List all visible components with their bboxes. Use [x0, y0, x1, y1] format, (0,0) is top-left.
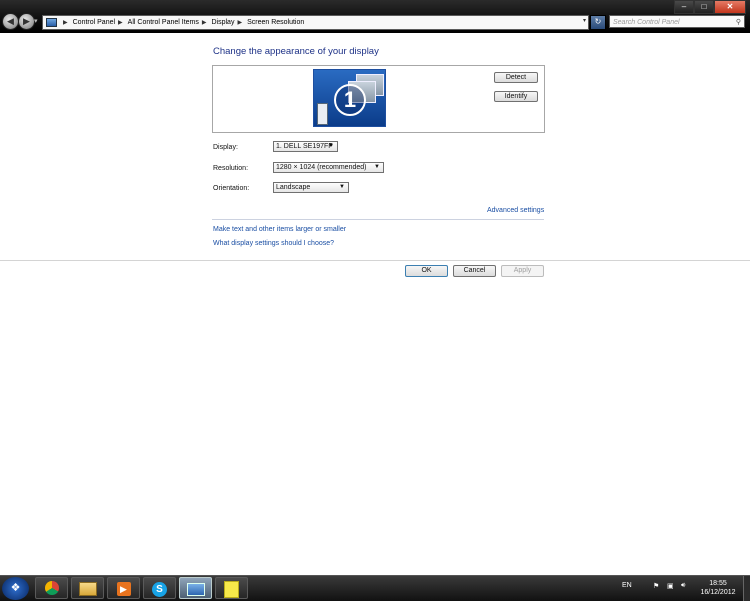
- address-bar[interactable]: ▶ Control Panel ▶ All Control Panel Item…: [42, 15, 589, 30]
- detect-button[interactable]: Detect: [494, 72, 538, 83]
- refresh-button[interactable]: ↻: [590, 15, 606, 30]
- chevron-down-icon: ▼: [339, 184, 345, 190]
- sidebar-thumbnail: [317, 103, 328, 125]
- resolution-select[interactable]: 1280 × 1024 (recommended) ▼: [273, 162, 384, 173]
- forward-button[interactable]: ▶: [18, 13, 35, 30]
- back-arrow-icon: ◀: [7, 16, 14, 26]
- media-player-icon: ▶: [116, 582, 131, 596]
- refresh-icon: ↻: [594, 17, 602, 26]
- chevron-down-icon: ▼: [328, 143, 334, 149]
- display-label: Display:: [213, 144, 238, 151]
- action-center-flag-icon[interactable]: ⚑: [653, 582, 659, 590]
- ok-button[interactable]: OK: [405, 265, 448, 277]
- search-icon[interactable]: ⚲: [736, 16, 741, 29]
- forward-arrow-icon: ▶: [23, 16, 30, 26]
- resolution-value: 1280 × 1024 (recommended): [276, 164, 367, 171]
- clock-date: 16/12/2012: [700, 589, 736, 596]
- volume-icon[interactable]: 🔊︎: [681, 582, 685, 590]
- network-icon[interactable]: ▣: [667, 582, 674, 590]
- start-button[interactable]: ❖: [2, 577, 29, 600]
- taskbar-media-player[interactable]: ▶: [107, 577, 140, 599]
- window-titlebar: – □ ✕ ◀ ▶ ▾ ▶ Control Panel ▶ All Contro…: [0, 0, 750, 33]
- monitor-preview-area: 1 Detect Identify: [212, 65, 545, 133]
- breadcrumb-separator-icon[interactable]: ▶: [237, 19, 242, 26]
- taskbar-sticky-notes[interactable]: [215, 577, 248, 599]
- text-size-link[interactable]: Make text and other items larger or smal…: [213, 226, 346, 233]
- breadcrumb-all-items[interactable]: All Control Panel Items: [128, 19, 199, 26]
- search-input[interactable]: Search Control Panel ⚲: [609, 15, 745, 28]
- chevron-down-icon: ▼: [374, 164, 380, 170]
- back-button[interactable]: ◀: [2, 13, 19, 30]
- identify-button[interactable]: Identify: [494, 91, 538, 102]
- skype-icon: S: [152, 582, 167, 597]
- breadcrumb-separator-icon[interactable]: ▶: [63, 19, 68, 26]
- search-placeholder: Search Control Panel: [613, 19, 680, 26]
- taskbar-skype[interactable]: S: [143, 577, 176, 599]
- orientation-select[interactable]: Landscape ▼: [273, 182, 349, 193]
- clock-time: 18:55: [709, 580, 727, 587]
- breadcrumb-screen-resolution[interactable]: Screen Resolution: [247, 19, 304, 26]
- apply-button[interactable]: Apply: [501, 265, 544, 277]
- breadcrumb-display[interactable]: Display: [212, 19, 235, 26]
- maximize-button[interactable]: □: [694, 0, 714, 14]
- language-indicator[interactable]: EN: [622, 582, 632, 589]
- system-clock[interactable]: 18:55 16/12/2012: [696, 579, 740, 597]
- divider: [212, 219, 544, 220]
- sticky-notes-icon: [224, 581, 239, 598]
- recent-pages-chevron-icon[interactable]: ▾: [34, 17, 38, 25]
- cancel-button[interactable]: Cancel: [453, 265, 496, 277]
- control-panel-icon: [46, 18, 57, 27]
- advanced-settings-link[interactable]: Advanced settings: [487, 207, 544, 214]
- breadcrumb-separator-icon[interactable]: ▶: [118, 19, 123, 26]
- taskbar-chrome[interactable]: [35, 577, 68, 599]
- screen-resolution-icon: [186, 583, 205, 596]
- taskbar-file-explorer[interactable]: [71, 577, 104, 599]
- windows-logo-icon: ❖: [10, 582, 21, 594]
- monitor-number-badge: 1: [334, 84, 366, 116]
- show-desktop-button[interactable]: [743, 576, 750, 601]
- address-dropdown-icon[interactable]: ▾: [583, 17, 586, 24]
- taskbar-screen-resolution[interactable]: [179, 577, 212, 599]
- orientation-label: Orientation:: [213, 185, 250, 192]
- monitor-1-preview[interactable]: 1: [313, 69, 386, 127]
- file-explorer-icon: [78, 582, 97, 596]
- display-settings-help-link[interactable]: What display settings should I choose?: [213, 240, 334, 247]
- page-title: Change the appearance of your display: [213, 46, 379, 57]
- close-button[interactable]: ✕: [714, 0, 746, 14]
- orientation-value: Landscape: [276, 184, 311, 191]
- chrome-icon: [44, 581, 59, 595]
- resolution-label: Resolution:: [213, 165, 249, 172]
- taskbar: ❖ ▶ S EN ⚑ ▣ 🔊︎ 18:55 16/12/2012: [0, 575, 750, 601]
- dialog-footer-divider: [0, 260, 750, 261]
- minimize-button[interactable]: –: [674, 0, 694, 14]
- window-controls: – □ ✕: [674, 0, 746, 14]
- breadcrumb-control-panel[interactable]: Control Panel: [73, 19, 115, 26]
- display-select[interactable]: 1. DELL SE197FP ▼: [273, 141, 338, 152]
- display-value: 1. DELL SE197FP: [276, 143, 333, 150]
- breadcrumb-separator-icon[interactable]: ▶: [202, 19, 207, 26]
